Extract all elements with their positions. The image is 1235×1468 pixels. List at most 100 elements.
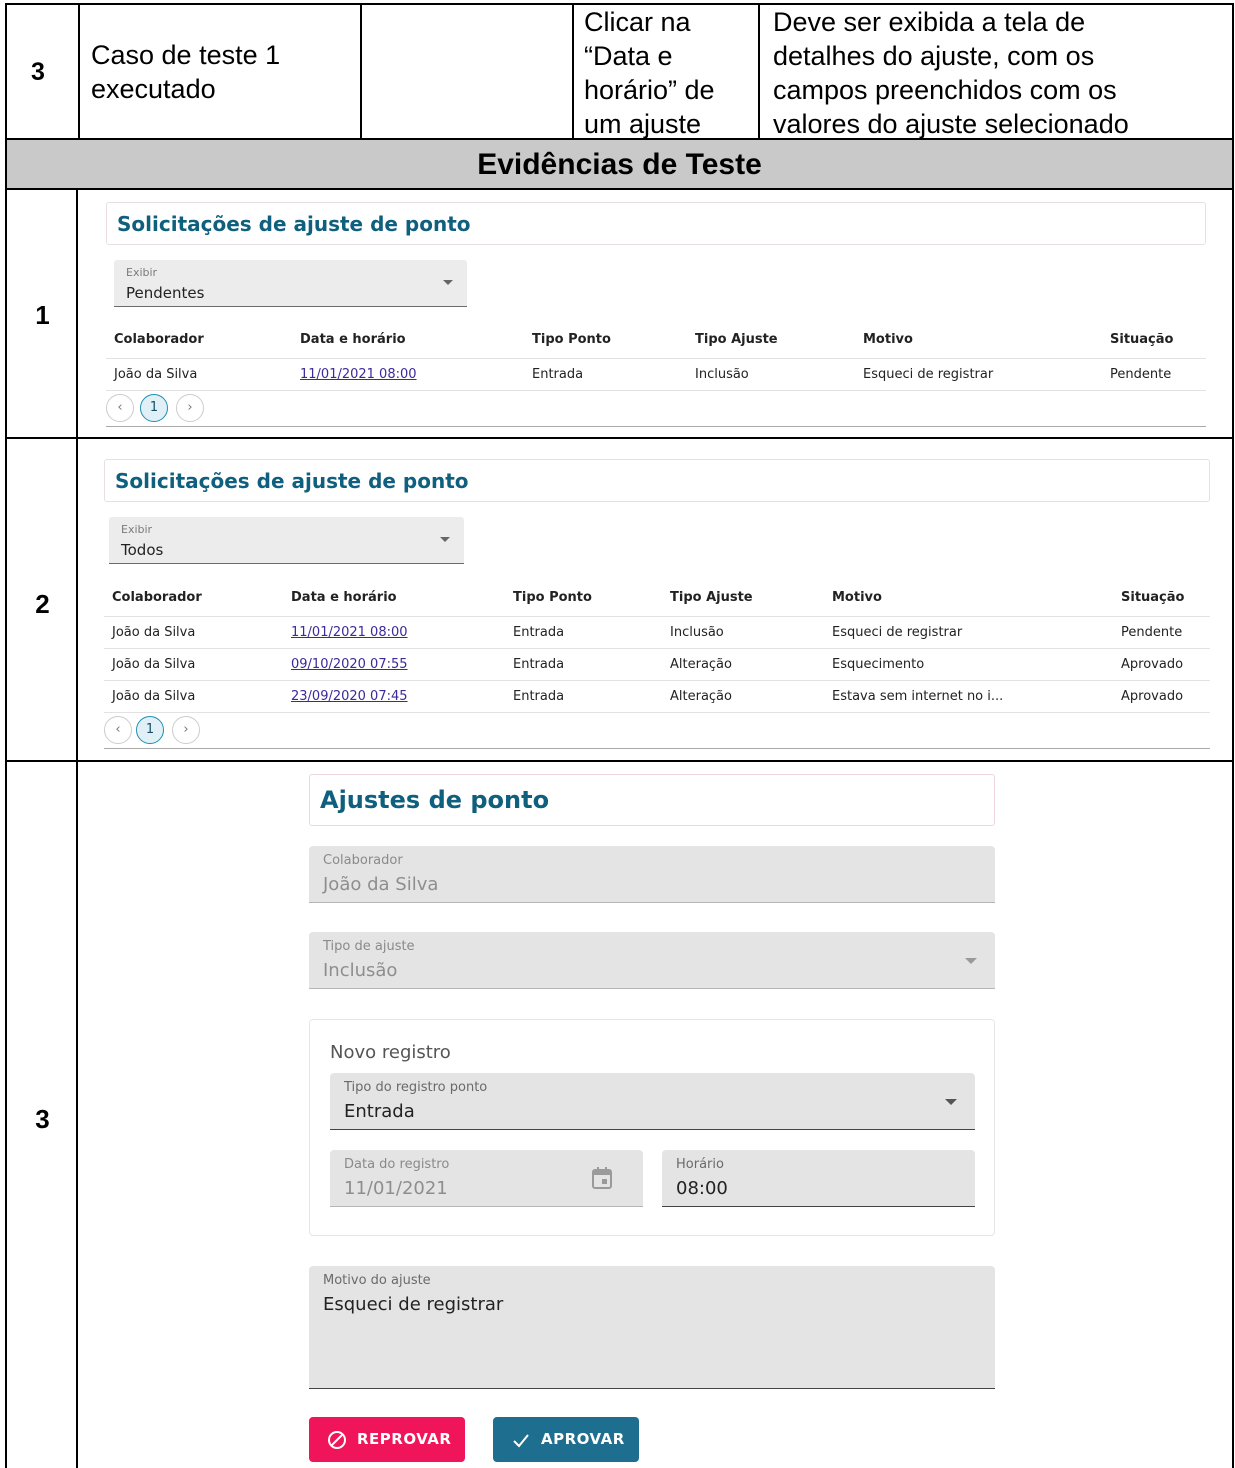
evidence-row-1: 1 Solicitações de ajuste de ponto Exibir… bbox=[7, 190, 1232, 439]
column-header: Motivo bbox=[855, 322, 1102, 359]
action-line: horário” de bbox=[584, 75, 715, 105]
field-value: Esqueci de registrar bbox=[323, 1294, 504, 1315]
page-1-button[interactable]: 1 bbox=[140, 394, 168, 422]
datetime-link[interactable]: 09/10/2020 07:55 bbox=[291, 657, 408, 672]
tipo-ajuste-select: Tipo de ajuste Inclusão bbox=[309, 932, 995, 989]
filter-value: Todos bbox=[121, 541, 164, 559]
cell-situacao: Aprovado bbox=[1113, 680, 1210, 713]
datetime-link[interactable]: 11/01/2021 08:00 bbox=[291, 625, 408, 640]
requests-table: Colaborador Data e horário Tipo Ponto Ti… bbox=[106, 322, 1206, 391]
page-title: Solicitações de ajuste de ponto bbox=[117, 212, 471, 236]
step-number: 3 bbox=[31, 58, 45, 86]
cell-data-horario: 09/10/2020 07:55 bbox=[283, 648, 505, 681]
horario-field[interactable]: Horário 08:00 bbox=[662, 1150, 975, 1207]
tipo-registro-select[interactable]: Tipo do registro ponto Entrada bbox=[330, 1073, 975, 1130]
cell-situacao: Aprovado bbox=[1113, 648, 1210, 681]
aprovar-button[interactable]: APROVAR bbox=[493, 1417, 639, 1462]
dropdown-arrow-icon bbox=[440, 537, 450, 542]
action-line: um ajuste bbox=[584, 109, 702, 139]
datetime-link[interactable]: 23/09/2020 07:45 bbox=[291, 689, 408, 704]
form-title-box: Ajustes de ponto bbox=[309, 774, 995, 826]
field-label: Tipo do registro ponto bbox=[344, 1080, 488, 1095]
cell-data-horario: 11/01/2021 08:00 bbox=[283, 616, 505, 649]
column-header: Colaborador bbox=[106, 322, 292, 359]
motivo-textarea[interactable]: Motivo do ajuste Esqueci de registrar bbox=[309, 1266, 995, 1389]
cell-motivo: Esquecimento bbox=[824, 648, 1113, 681]
column-header: Situação bbox=[1113, 580, 1210, 617]
prev-page-icon[interactable]: ‹ bbox=[106, 394, 134, 422]
cell-tipo-ponto: Entrada bbox=[505, 680, 662, 713]
section-heading: Novo registro bbox=[330, 1042, 451, 1063]
page-title: Solicitações de ajuste de ponto bbox=[115, 469, 469, 493]
cell-tipo-ajuste: Alteração bbox=[662, 680, 824, 713]
expected-line: campos preenchidos com os bbox=[773, 75, 1117, 105]
filter-select[interactable]: Exibir Todos bbox=[109, 517, 464, 564]
field-value: 11/01/2021 bbox=[344, 1178, 448, 1199]
table-row: João da Silva 11/01/2021 08:00 Entrada I… bbox=[106, 358, 1206, 391]
table-header-row: Colaborador Data e horário Tipo Ponto Ti… bbox=[106, 322, 1206, 359]
action-line: “Data e bbox=[584, 41, 673, 71]
field-value: Inclusão bbox=[323, 960, 398, 981]
cell-motivo: Estava sem internet no i... bbox=[824, 680, 1113, 713]
prev-page-icon[interactable]: ‹ bbox=[104, 716, 132, 744]
column-header: Tipo Ajuste bbox=[687, 322, 855, 359]
colaborador-field: Colaborador João da Silva bbox=[309, 846, 995, 903]
column-header: Colaborador bbox=[104, 580, 283, 617]
list-title-box: Solicitações de ajuste de ponto bbox=[104, 459, 1210, 502]
field-label: Motivo do ajuste bbox=[323, 1273, 431, 1288]
requests-table: Colaborador Data e horário Tipo Ponto Ti… bbox=[104, 580, 1210, 713]
column-header: Tipo Ponto bbox=[524, 322, 687, 359]
action-line: Clicar na bbox=[584, 7, 691, 37]
column-header: Situação bbox=[1102, 322, 1206, 359]
next-page-icon[interactable]: › bbox=[176, 394, 204, 422]
evidence-header: Evidências de Teste bbox=[7, 140, 1232, 190]
page-1-button[interactable]: 1 bbox=[136, 716, 164, 744]
cell-tipo-ponto: Entrada bbox=[505, 616, 662, 649]
field-label: Horário bbox=[676, 1157, 724, 1172]
expected-result-text: Deve ser exibida a tela de detalhes do a… bbox=[773, 5, 1129, 141]
dropdown-arrow-icon bbox=[945, 1099, 957, 1105]
table-row: João da Silva 09/10/2020 07:55 Entrada A… bbox=[104, 648, 1210, 681]
precondition-line: executado bbox=[91, 74, 216, 104]
field-value: João da Silva bbox=[323, 874, 439, 895]
filter-value: Pendentes bbox=[126, 284, 205, 302]
check-icon bbox=[513, 1434, 529, 1448]
cell-situacao: Pendente bbox=[1113, 616, 1210, 649]
screenshot-adjustment-detail: Ajustes de ponto Colaborador João da Sil… bbox=[309, 774, 997, 1468]
evidence-row-3: 3 Ajustes de ponto Colaborador João da S… bbox=[7, 762, 1232, 1468]
precondition-text: Caso de teste 1 executado bbox=[91, 38, 280, 106]
pagination: ‹ 1 › bbox=[104, 714, 214, 746]
cell-tipo-ponto: Entrada bbox=[505, 648, 662, 681]
field-value: 08:00 bbox=[676, 1178, 728, 1199]
action-text: Clicar na “Data e horário” de um ajuste bbox=[584, 5, 715, 141]
evidence-number: 2 bbox=[35, 589, 50, 619]
page-title: Ajustes de ponto bbox=[320, 786, 550, 814]
cell-data-horario: 11/01/2021 08:00 bbox=[292, 358, 524, 391]
calendar-icon bbox=[592, 1167, 612, 1189]
cell-tipo-ajuste: Alteração bbox=[662, 648, 824, 681]
cell-motivo: Esqueci de registrar bbox=[855, 358, 1102, 391]
column-header: Tipo Ponto bbox=[505, 580, 662, 617]
evidence-number: 1 bbox=[35, 300, 50, 330]
field-label: Data do registro bbox=[344, 1157, 450, 1172]
cell-tipo-ponto: Entrada bbox=[524, 358, 687, 391]
cell-colaborador: João da Silva bbox=[106, 358, 292, 391]
field-label: Tipo de ajuste bbox=[323, 939, 415, 954]
dropdown-arrow-icon bbox=[965, 958, 977, 964]
button-label: APROVAR bbox=[541, 1430, 625, 1448]
expected-line: Deve ser exibida a tela de bbox=[773, 7, 1086, 37]
reprovar-button[interactable]: REPROVAR bbox=[309, 1417, 465, 1462]
cell-tipo-ajuste: Inclusão bbox=[687, 358, 855, 391]
list-title-box: Solicitações de ajuste de ponto bbox=[106, 202, 1206, 245]
datetime-link[interactable]: 11/01/2021 08:00 bbox=[300, 367, 417, 382]
evidence-number: 3 bbox=[35, 1104, 50, 1134]
button-label: REPROVAR bbox=[357, 1430, 452, 1448]
filter-select[interactable]: Exibir Pendentes bbox=[114, 260, 467, 307]
screenshot-all-list: Solicitações de ajuste de ponto Exibir T… bbox=[104, 459, 1210, 749]
next-page-icon[interactable]: › bbox=[172, 716, 200, 744]
precondition-line: Caso de teste 1 bbox=[91, 40, 281, 70]
field-label: Colaborador bbox=[323, 853, 403, 868]
data-registro-field: Data do registro 11/01/2021 bbox=[330, 1150, 643, 1207]
column-header: Tipo Ajuste bbox=[662, 580, 824, 617]
test-case-document: 3 Caso de teste 1 executado Clicar na “D… bbox=[5, 3, 1234, 1468]
